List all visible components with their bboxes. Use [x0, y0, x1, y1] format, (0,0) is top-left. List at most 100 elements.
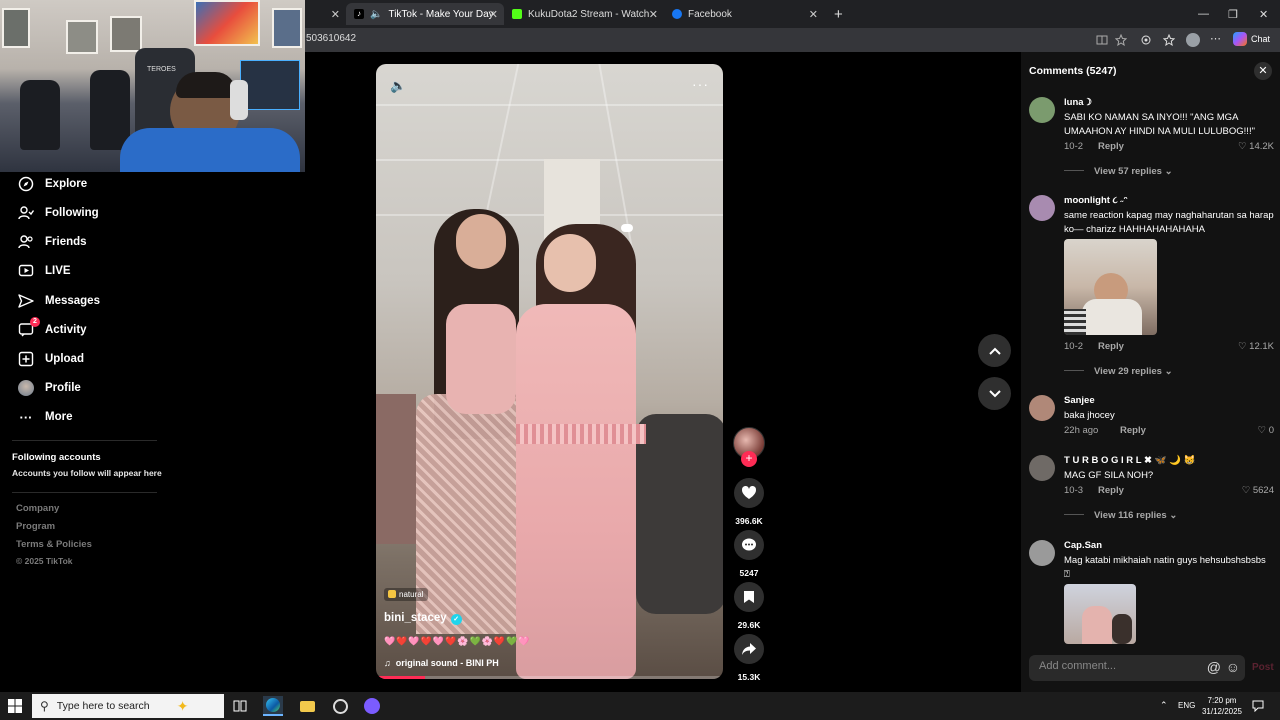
more-options-icon[interactable]: ··· [692, 76, 709, 92]
copilot-chat-button[interactable]: Chat [1232, 32, 1270, 46]
comment-date: 10-2 [1064, 141, 1084, 152]
sidebar-item-more[interactable]: ··· More [18, 409, 73, 425]
comment-button[interactable]: 5247 [734, 530, 764, 578]
follow-plus-button[interactable]: + [741, 451, 757, 467]
view-replies-button[interactable]: View 29 replies ⌄ [1064, 366, 1173, 377]
comment-like-button[interactable]: ♡ 14.2K [1238, 141, 1274, 152]
edge-taskbar-icon[interactable] [263, 696, 283, 716]
notification-icon[interactable] [1252, 700, 1264, 712]
sidebar-item-upload[interactable]: Upload [18, 351, 84, 367]
share-button[interactable]: 15.3K [734, 634, 764, 682]
post-comment-button[interactable]: Post [1252, 662, 1274, 673]
chevron-up-icon [988, 347, 1001, 355]
comment-input[interactable] [1039, 660, 1189, 672]
commenter-name[interactable]: luna☽ [1064, 97, 1092, 108]
dancer-face [544, 234, 596, 292]
comment-like-button[interactable]: ♡ 12.1K [1238, 341, 1274, 352]
reply-button[interactable]: Reply [1098, 485, 1124, 496]
browser-tab-kick[interactable]: KukuDota2 Stream - Watch Live o ✕ [504, 3, 664, 25]
footer-link-program[interactable]: Program [16, 521, 55, 532]
reply-button[interactable]: Reply [1120, 425, 1146, 436]
video-author[interactable]: bini_stacey ✓ [384, 612, 462, 625]
sidebar-item-label: Activity [45, 324, 87, 336]
comment-image[interactable] [1064, 239, 1157, 335]
minimize-button[interactable]: — [1198, 8, 1209, 20]
comment-text: MAG GF SILA NOH? [1064, 470, 1154, 481]
windows-start-icon[interactable] [8, 699, 22, 713]
reply-button[interactable]: Reply [1098, 141, 1124, 152]
comment-like-button[interactable]: ♡ 5624 [1242, 485, 1274, 496]
reply-button[interactable]: Reply [1098, 341, 1124, 352]
commenter-avatar[interactable] [1029, 395, 1055, 421]
sidebar-item-activity[interactable]: 2 Activity [18, 317, 87, 338]
favorite-star-icon[interactable] [1115, 34, 1127, 46]
tray-overflow-icon[interactable]: ⌃ [1160, 700, 1168, 711]
sidebar-item-friends[interactable]: Friends [18, 234, 87, 250]
tab-close-icon[interactable]: ✕ [331, 8, 340, 21]
sidebar-item-explore[interactable]: Explore [18, 176, 87, 192]
sidebar-item-label: Following [45, 207, 99, 219]
commenter-name[interactable]: T U R B O G I R L ✖ 🦋 🌙 😸 [1064, 455, 1195, 466]
video-tag[interactable]: natural [384, 588, 429, 601]
system-clock[interactable]: 7:20 pm 31/12/2025 [1198, 695, 1246, 717]
background-people [636, 414, 723, 614]
mention-at-icon[interactable]: @ [1207, 659, 1221, 675]
obs-icon[interactable] [330, 696, 350, 716]
settings-more-icon[interactable]: ⋯ [1210, 32, 1221, 45]
save-button[interactable]: 29.6K [734, 582, 764, 630]
footer-link-company[interactable]: Company [16, 503, 59, 514]
url-text[interactable]: 503610642 [306, 33, 356, 44]
browser-tab-facebook[interactable]: Facebook ✕ [664, 3, 824, 25]
next-video-button[interactable] [978, 377, 1011, 410]
reader-view-icon[interactable] [1096, 34, 1108, 46]
video-player[interactable]: 🔈 ··· natural bini_stacey ✓ 🩷❤️🩷❤️🩷❤️🌸💚🌸❤… [376, 64, 723, 679]
browser-tab-tiktok[interactable]: ♪ 🔈 TikTok - Make Your Day ✕ [346, 3, 504, 25]
sidebar-item-profile[interactable]: Profile [18, 380, 81, 396]
commenter-avatar[interactable] [1029, 455, 1055, 481]
commenter-avatar[interactable] [1029, 195, 1055, 221]
commenter-name[interactable]: Cap.San [1064, 540, 1102, 551]
tiktok-favicon-icon: ♪ [354, 9, 364, 19]
sound-link[interactable]: ♫ original sound - BINI PH [384, 658, 499, 668]
bookmark-icon [734, 582, 764, 612]
tab-close-icon[interactable]: ✕ [809, 8, 818, 21]
volume-icon[interactable]: 🔈 [390, 78, 406, 94]
taskbar-search-input[interactable] [56, 700, 177, 712]
comment-like-count: 12.1K [1249, 341, 1274, 352]
window-close-button[interactable]: ✕ [1259, 8, 1268, 21]
like-button[interactable]: 396.6K [734, 478, 764, 526]
emoji-smile-icon[interactable]: ☺ [1226, 659, 1240, 675]
commenter-avatar[interactable] [1029, 540, 1055, 566]
footer-link-terms[interactable]: Terms & Policies [16, 539, 92, 550]
sidebar-item-messages[interactable]: Messages [18, 293, 100, 309]
discord-icon[interactable] [362, 696, 382, 716]
close-comments-button[interactable]: ✕ [1254, 62, 1272, 80]
task-view-icon[interactable] [230, 696, 250, 716]
wall-frame [110, 16, 142, 52]
language-indicator[interactable]: ENG [1178, 701, 1195, 710]
previous-video-button[interactable] [978, 334, 1011, 367]
tab-close-icon[interactable]: ✕ [649, 8, 658, 21]
sidebar-item-following[interactable]: Following [18, 205, 99, 221]
restore-button[interactable]: ❐ [1228, 8, 1238, 21]
browser-tab-hidden[interactable]: ✕ [306, 3, 346, 25]
view-replies-button[interactable]: View 116 replies ⌄ [1064, 510, 1177, 521]
favorites-icon[interactable] [1163, 34, 1175, 46]
sidebar-item-label: Messages [45, 295, 100, 307]
taskbar-search[interactable]: ⚲ ✦ [32, 694, 224, 718]
commenter-name[interactable]: Sanjee [1064, 395, 1095, 406]
file-explorer-icon[interactable] [297, 696, 317, 716]
speaker-icon[interactable]: 🔈 [370, 9, 382, 20]
comment-image[interactable] [1064, 584, 1136, 644]
tab-close-icon[interactable]: ✕ [489, 8, 498, 21]
view-replies-button[interactable]: View 57 replies ⌄ [1064, 166, 1173, 177]
comment-like-button[interactable]: ♡ 0 [1258, 425, 1274, 436]
video-caption: 🩷❤️🩷❤️🩷❤️🌸💚🌸❤️💚🩷 [384, 636, 531, 646]
commenter-name[interactable]: moonlight ૮ ˶ᵔ [1064, 195, 1127, 206]
new-tab-button[interactable]: + [826, 3, 848, 25]
video-progress-bar[interactable] [376, 676, 723, 679]
commenter-avatar[interactable] [1029, 97, 1055, 123]
profile-avatar-icon[interactable] [1186, 33, 1200, 47]
extensions-icon[interactable] [1140, 34, 1152, 46]
sidebar-item-live[interactable]: LIVE [18, 263, 71, 279]
